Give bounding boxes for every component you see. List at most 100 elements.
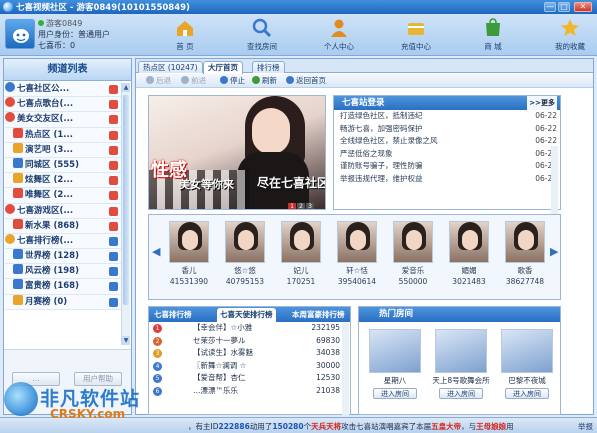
channel-item[interactable]: 同城区 (555) [5,157,121,174]
ranking-name: 【试读生】水雾魅 [193,348,253,358]
app-logo-icon [3,2,13,12]
channel-status-icon [109,145,118,155]
tab-2[interactable]: 排行榜 [252,61,285,73]
scroll-up-icon[interactable]: ▲ [122,83,130,92]
room-name: 星期八 [383,376,407,385]
ranking-value: 34038 [316,348,340,358]
ranking-row[interactable]: 3 【试读生】水雾魅 34038 [149,347,350,360]
news-more-link[interactable]: >>更多 [527,96,557,110]
channel-item[interactable]: 七喜游戏区(... [5,203,121,219]
channel-label: 富贵榜 (168) [25,281,79,292]
channel-item[interactable]: 月赛榜 (0) [5,294,121,310]
channel-item[interactable]: 热点区 (1... [5,127,121,143]
news-text: 谨防账号骗子，理性防骗 [340,161,423,170]
channel-item[interactable]: 炫舞区 (2... [5,173,121,189]
news-item[interactable]: 举报违规代理，维护权益 06-22 [334,173,560,186]
star-photo [169,221,209,263]
star-card[interactable]: 媚媚 3021483 [443,221,495,286]
online-status-icon[interactable] [38,20,44,26]
close-button[interactable]: ✕ [574,2,592,12]
news-item[interactable]: 谨防账号骗子，理性防骗 06-22 [334,160,560,173]
scroll-thumb[interactable] [123,95,129,305]
strip-next-icon[interactable]: ▶ [550,245,558,258]
nav-recharge-button[interactable]: 充值中心 [386,17,446,53]
nav-search-button[interactable]: 查找房间 [232,17,292,53]
star-card[interactable]: 妃儿 170251 [275,221,327,286]
ranking-tab[interactable]: 本周富豪排行榜 [289,308,348,322]
news-item[interactable]: 畅游七喜，加强密码保护 06-22 [334,123,560,136]
banner-slogan: 尽在七喜社区 [257,176,326,190]
room-thumbnail [435,329,487,373]
refresh-button[interactable]: 刷新 [252,76,277,86]
enter-room-button[interactable]: 进入房间 [505,388,549,399]
nav-home-button[interactable]: 首 页 [155,17,215,53]
channel-item[interactable]: 唯舞区 (2... [5,188,121,204]
star-card[interactable]: 歌香 38627748 [499,221,551,286]
promo-banner[interactable]: 性感 美女等你来 尽在七喜社区 123 [148,95,326,210]
tab-1[interactable]: 大厅首页 [203,61,243,74]
news-item[interactable]: 打造绿色社区，抵制违纪 06-22 [334,110,560,123]
stop-button[interactable]: 停止 [220,76,245,86]
home-button[interactable]: 返回首页 [286,76,326,86]
channel-item[interactable]: 七喜排行榜(... [5,233,121,250]
strip-prev-icon[interactable]: ◀ [152,245,160,258]
forward-button[interactable]: 前进 [181,76,206,86]
tab-0[interactable]: 热点区 (10247) [138,61,203,73]
channel-item[interactable]: 美女交友区(... [5,112,121,128]
avatar[interactable] [5,19,35,49]
star-card[interactable]: 轩☆恬 39540614 [331,221,383,286]
ranking-scrollbar[interactable] [342,323,349,415]
nav-person-button[interactable]: 个人中心 [309,17,369,53]
enter-room-button[interactable]: 进入房间 [373,388,417,399]
ranking-row[interactable]: 1 【幸会伴】☆小雅 232195 [149,322,350,335]
room-card[interactable]: 天上8号歌舞会所 进入房间 [431,329,491,399]
channel-scrollbar[interactable]: ▲ ▼ [121,83,130,345]
channel-status-icon [109,267,118,277]
nav-shop-button[interactable]: 商 城 [463,17,523,53]
room-card[interactable]: 巴黎不夜城 进入房间 [497,329,557,399]
rank-medal-icon: 2 [153,336,162,346]
channel-item[interactable]: 演艺吧 (3... [5,142,121,158]
star-card[interactable]: 爱音乐 550000 [387,221,439,286]
ranking-row[interactable]: 2 セ茉莎十一夢ル 69830 [149,335,350,348]
channel-item[interactable]: 新水果 (868) [5,218,121,234]
report-button[interactable]: 举报 [578,421,593,432]
channel-item[interactable]: 富贵榜 (168) [5,279,121,295]
news-item[interactable]: 严惩低俗之现象 06-22 [334,148,560,161]
rank-medal-icon: 1 [153,324,162,333]
channel-label: 同城区 (555) [25,159,79,170]
header: 游客0849 用户身份：普通用户 七喜币：0 首 页 查找房间 个人中心 充值中心 商 … [0,14,597,56]
ranking-tab[interactable]: 七喜天使排行榜 [217,308,276,322]
user-type: 用户身份：普通用户 [38,30,110,39]
channel-item[interactable]: 七喜点歌台(... [5,97,121,113]
banner-page-dot[interactable]: 3 [306,203,314,209]
maximize-button[interactable]: □ [558,2,570,12]
nav-star-button[interactable]: 我的收藏 [540,17,597,53]
nav-label: 商 城 [484,42,502,51]
back-button[interactable]: 后退 [146,76,171,86]
ranking-tab[interactable]: 七喜排行榜 [151,308,195,322]
scroll-down-icon[interactable]: ▼ [122,336,130,345]
star-photo [337,221,377,263]
channel-label: 月赛榜 (0) [25,296,68,307]
room-card[interactable]: 星期八 进入房间 [365,329,425,399]
channel-item[interactable]: 七喜社区公... [5,82,121,98]
folder-icon [5,112,15,123]
star-card[interactable]: 香儿 41531390 [163,221,215,286]
banner-page-dot[interactable]: 2 [297,203,305,209]
channel-item[interactable]: 风云榜 (198) [5,264,121,280]
star-card[interactable]: 悠☆悠 40795153 [219,221,271,286]
news-text: 畅游七喜，加强密码保护 [340,123,423,133]
news-list: 打造绿色社区，抵制违纪 06-22 畅游七喜，加强密码保护 06-22 全线绿色社区，禁… [334,110,560,185]
channel-status-icon [109,115,118,125]
user-info: 游客0849 用户身份：普通用户 七喜币：0 [38,18,110,51]
ranking-row[interactable]: 4 〖新舞☆澜调 ☆ 30000 [149,360,350,373]
banner-page-dot[interactable]: 1 [288,203,296,209]
star-photo [281,221,321,263]
news-item[interactable]: 全线绿色社区，禁止录像之风 06-22 [334,135,560,148]
channel-item[interactable]: 世界榜 (128) [5,249,121,265]
watermark-logo [4,382,38,416]
minimize-button[interactable]: — [544,2,556,12]
enter-room-button[interactable]: 进入房间 [439,388,483,399]
star-icon [559,17,581,39]
